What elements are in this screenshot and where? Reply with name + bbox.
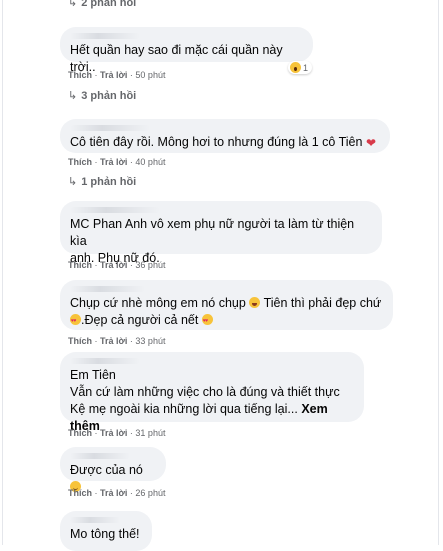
commenter-name[interactable] [70, 207, 160, 213]
reply-link[interactable]: Trả lời [100, 260, 127, 270]
commenter-name[interactable] [70, 33, 140, 39]
reply-link[interactable]: Trả lời [100, 157, 127, 167]
comment-meta: Thích · Trả lời · 50 phút [68, 70, 166, 80]
comment-bubble: Cô tiên đây rồi. Mông hơi to nhưng đúng … [60, 119, 390, 153]
comment-bubble: Chụp cứ nhè mông em nó chụp Tiên thì phả… [60, 280, 393, 330]
comment-text: Mo tông thế! [70, 527, 140, 541]
comment-text: Vẫn cứ làm những việc cho là đúng và thi… [70, 385, 340, 399]
comment-text: Em Tiên [70, 368, 116, 382]
like-link[interactable]: Thích [68, 157, 92, 167]
comment-meta: Thích · Trả lời · 31 phút [68, 428, 166, 438]
comment-text: .Đẹp cả người cả nết [81, 313, 199, 327]
commenter-name[interactable] [70, 453, 130, 459]
comment-meta: Thích · Trả lời · 40 phút [68, 157, 166, 167]
commenter-name[interactable] [70, 358, 140, 364]
reply-link[interactable]: Trả lời [100, 70, 127, 80]
heart-eyes-emoji-icon [201, 313, 213, 330]
commenter-name[interactable] [70, 517, 120, 523]
commenter-name[interactable] [70, 286, 145, 292]
timestamp[interactable]: 40 phút [135, 157, 165, 167]
comment-text: Kệ mẹ ngoài kia những lời qua tiếng lại.… [70, 402, 298, 416]
comment-text: MC Phan Anh vô xem phụ nữ người ta làm t… [70, 217, 355, 248]
like-link[interactable]: Thích [68, 336, 92, 346]
comment-bubble: Em Tiên Vẫn cứ làm những việc cho là đún… [60, 352, 364, 433]
comment-bubble: Hết quần hay sao đi mặc cái quần này trờ… [60, 27, 313, 74]
wow-reaction-icon [290, 62, 301, 73]
comment-text: Cô tiên đây rồi. Mông hơi to nhưng đúng … [70, 135, 363, 149]
laughing-emoji-icon [249, 297, 261, 308]
commenter-name[interactable] [70, 125, 150, 131]
comment-text: Tiên thì phải đẹp chứ [263, 296, 382, 310]
comment-meta: Thích · Trả lời · 33 phút [68, 336, 166, 346]
like-link[interactable]: Thích [68, 260, 92, 270]
view-replies-link[interactable]: ↳ 3 phản hồi [68, 89, 136, 102]
timestamp[interactable]: 31 phút [135, 428, 165, 438]
timestamp[interactable]: 26 phút [135, 488, 165, 498]
comment-meta: Thích · Trả lời · 26 phút [68, 488, 166, 498]
reaction-badge[interactable]: 1 [288, 61, 313, 74]
comment-bubble: Mo tông thế! [60, 511, 152, 551]
broken-heart-icon: ❤ [365, 136, 376, 150]
like-link[interactable]: Thích [68, 488, 92, 498]
view-replies-link[interactable]: ↳ 1 phản hồi [68, 175, 136, 188]
comment-text: Chụp cứ nhè mông em nó chụp [70, 296, 246, 310]
reply-link[interactable]: Trả lời [100, 428, 127, 438]
comment-bubble: Được của nó [60, 447, 166, 492]
timestamp[interactable]: 36 phút [135, 260, 165, 270]
timestamp[interactable]: 33 phút [135, 336, 165, 346]
comment-text: Được của nó [70, 463, 143, 477]
view-replies-link[interactable]: ↳ 2 phản hồi [68, 0, 136, 9]
comment-meta: Thích · Trả lời · 36 phút [68, 260, 166, 270]
reply-link[interactable]: Trả lời [100, 336, 127, 346]
reply-link[interactable]: Trả lời [100, 488, 127, 498]
heart-eyes-emoji-icon [70, 313, 81, 330]
like-link[interactable]: Thích [68, 70, 92, 80]
like-link[interactable]: Thích [68, 428, 92, 438]
timestamp[interactable]: 50 phút [135, 70, 165, 80]
comment-bubble: MC Phan Anh vô xem phụ nữ người ta làm t… [60, 201, 382, 265]
